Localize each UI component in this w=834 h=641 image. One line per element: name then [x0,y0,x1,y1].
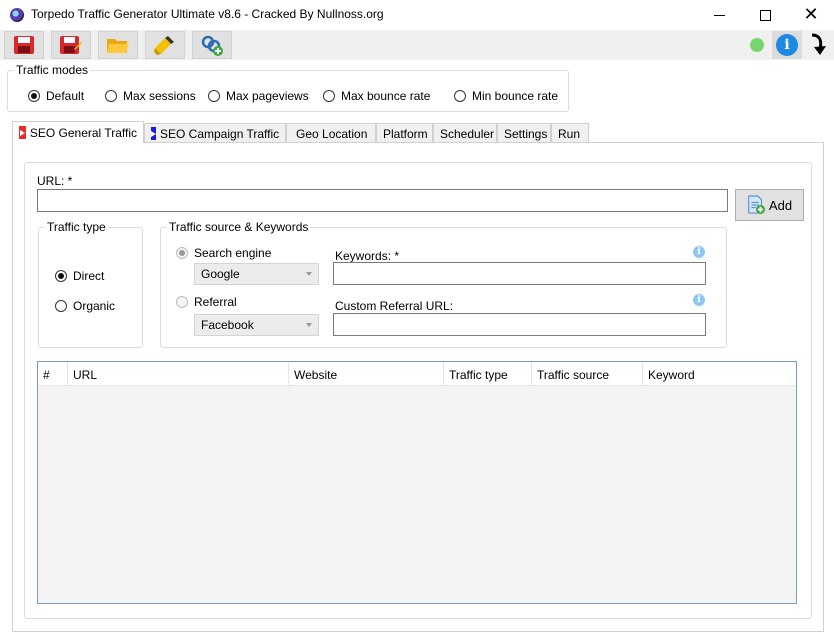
traffic-type-group: Traffic type Direct Organic [38,220,143,348]
radio-circle-icon [454,90,466,102]
referral-select[interactable]: Facebook [194,314,319,336]
traffic-type-legend: Traffic type [45,220,108,234]
referral-label: Referral [194,295,237,309]
save-icon [14,36,34,54]
radio-circle-icon [28,90,40,102]
direct-label: Direct [73,269,105,283]
radio-circle-icon [323,90,335,102]
maximize-icon [759,9,771,21]
status-dot-icon [750,38,764,52]
save-button[interactable] [4,31,44,59]
tab-label: Scheduler [440,126,495,141]
add-link-icon [201,35,223,56]
minimize-button[interactable] [696,0,742,30]
traffic-modes-legend: Traffic modes [14,63,91,77]
toolbar: i [0,30,834,60]
update-button[interactable] [803,31,833,59]
custom-referral-label: Custom Referral URL: [335,299,454,313]
column-header-website[interactable]: Website [289,362,444,386]
tab-label: Platform [383,126,428,141]
radio-circle-icon [176,296,188,308]
mode-default-radio[interactable]: Default [28,89,84,103]
url-input[interactable] [37,189,728,212]
maximize-button[interactable] [742,0,788,30]
close-icon: ✕ [803,4,819,25]
open-folder-button[interactable] [98,31,138,59]
tab-label: SEO General Traffic [29,125,137,140]
save-as-button[interactable] [51,31,91,59]
info-button[interactable]: i [772,31,802,59]
tab-seo-campaign-traffic[interactable]: SEO Campaign Traffic [144,123,286,143]
column-header-traffic-type[interactable]: Traffic type [444,362,532,386]
add-button[interactable]: Add [735,189,804,221]
save-as-icon [60,36,82,54]
search-engine-radio[interactable]: Search engine [176,246,271,260]
tab-scheduler[interactable]: Scheduler [433,123,497,143]
folder-open-icon [107,39,129,53]
radio-circle-icon [176,247,188,259]
column-header-keyword[interactable]: Keyword [643,362,796,386]
clear-button[interactable] [145,31,185,59]
radio-circle-icon [208,90,220,102]
column-header-index[interactable]: # [38,362,68,386]
tab-seo-general-traffic[interactable]: SEO General Traffic [12,121,144,143]
chevron-down-icon [306,323,312,327]
radio-circle-icon [105,90,117,102]
tab-label: Settings [504,126,548,141]
mode-min-bounce-radio[interactable]: Min bounce rate [454,89,558,103]
referral-radio[interactable]: Referral [176,295,237,309]
mode-max-sessions-radio[interactable]: Max sessions [105,89,196,103]
urls-table[interactable]: # URL Website Traffic type Traffic sourc… [37,361,797,604]
minimize-icon [713,14,725,16]
mode-max-bounce-radio[interactable]: Max bounce rate [323,89,430,103]
tab-settings[interactable]: Settings [497,123,551,143]
mode-max-bounce-label: Max bounce rate [341,89,431,103]
status-indicator [742,31,772,59]
arrow-down-icon [811,33,826,55]
custom-referral-input[interactable] [333,313,706,336]
add-button-label: Add [768,197,793,213]
keywords-label: Keywords: * [335,249,400,263]
organic-label: Organic [73,299,116,313]
search-engine-value: Google [201,267,240,281]
custom-referral-info-icon[interactable]: i [693,294,705,306]
info-icon: i [776,34,798,56]
search-engine-select[interactable]: Google [194,263,319,285]
traffic-modes-group: Traffic modes Default Max sessions Max p… [7,63,569,112]
tab-label: SEO Campaign Traffic [160,126,280,141]
add-link-button[interactable] [192,31,232,59]
app-logo-icon [10,8,24,22]
tab-platform[interactable]: Platform [376,123,433,143]
column-header-traffic-source[interactable]: Traffic source [532,362,643,386]
tab-label: Run [558,126,581,141]
tab-geo-location[interactable]: Geo Location [286,123,376,143]
youtube-play-icon [19,126,26,139]
referral-value: Facebook [201,318,254,332]
traffic-source-legend: Traffic source & Keywords [167,220,311,234]
tab-label: Geo Location [296,126,368,141]
title-bar: Torpedo Traffic Generator Ultimate v8.6 … [0,0,834,30]
mode-default-label: Default [46,89,85,103]
mode-max-sessions-label: Max sessions [123,89,196,103]
mode-max-pageviews-radio[interactable]: Max pageviews [208,89,309,103]
traffic-type-direct-radio[interactable]: Direct [55,269,104,283]
traffic-type-organic-radio[interactable]: Organic [55,299,115,313]
tab-run[interactable]: Run [551,123,589,143]
play-icon [151,127,156,140]
radio-circle-icon [55,270,67,282]
mode-max-pageviews-label: Max pageviews [226,89,309,103]
radio-circle-icon [55,300,67,312]
keywords-input[interactable] [333,262,706,285]
add-document-icon [748,195,765,214]
keywords-info-icon[interactable]: i [693,246,705,258]
chevron-down-icon [306,272,312,276]
column-header-url[interactable]: URL [68,362,289,386]
table-header: # URL Website Traffic type Traffic sourc… [38,362,796,386]
clear-broom-icon [154,36,174,55]
close-button[interactable]: ✕ [788,0,834,30]
window-title: Torpedo Traffic Generator Ultimate v8.6 … [31,7,384,21]
search-engine-label: Search engine [194,246,272,260]
mode-min-bounce-label: Min bounce rate [472,89,559,103]
url-label: URL: * [37,174,73,188]
